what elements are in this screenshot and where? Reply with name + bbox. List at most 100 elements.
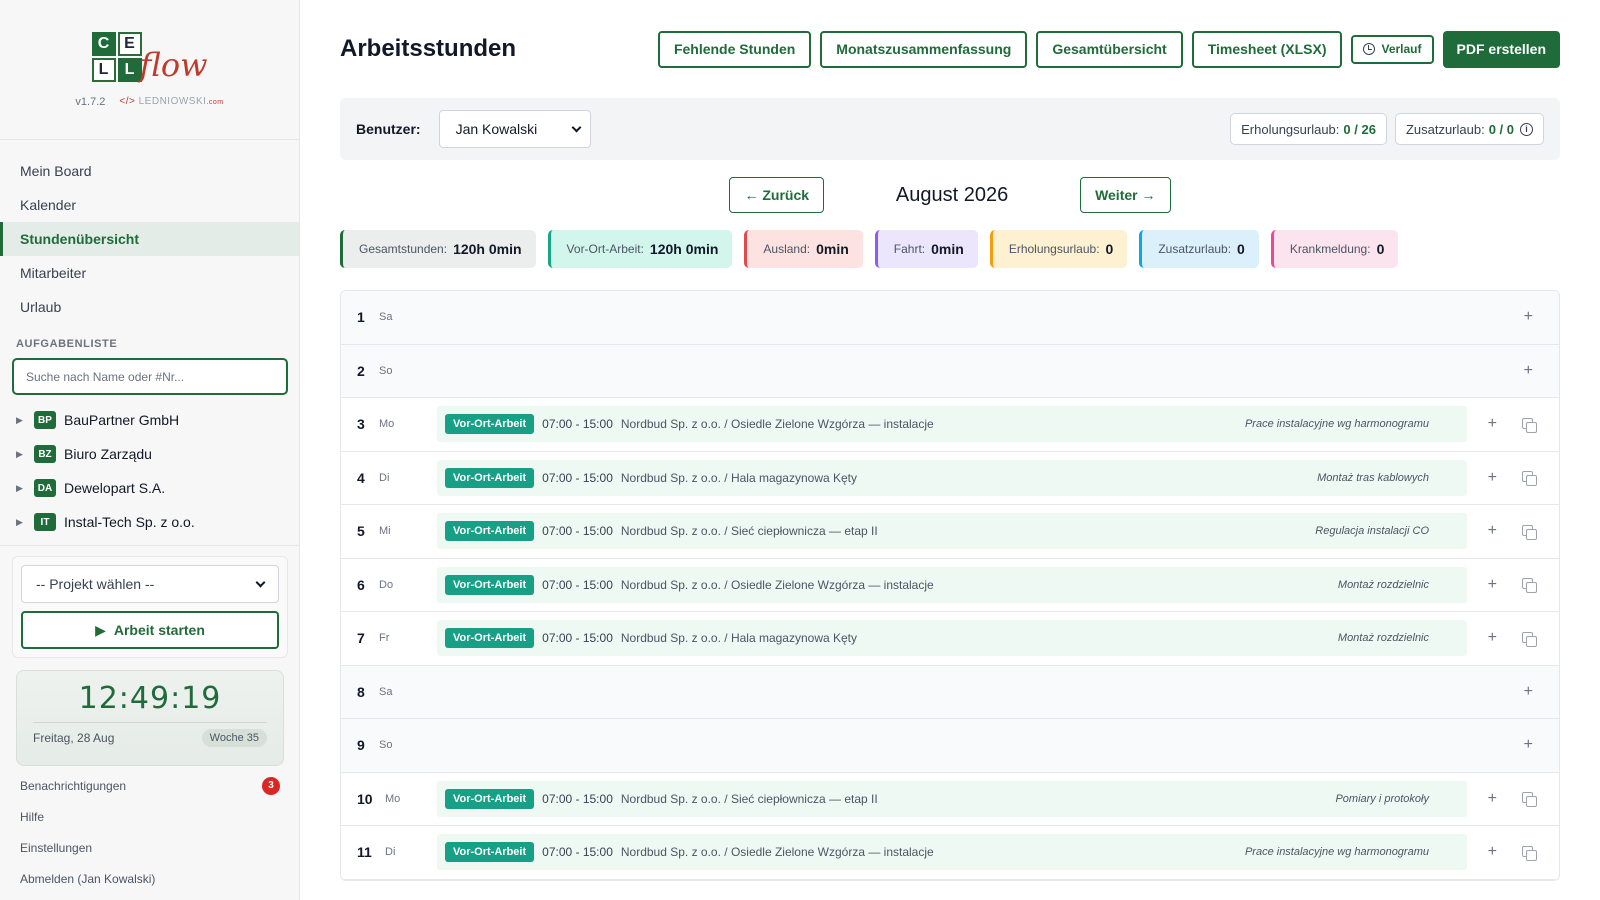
logo-grid: C E L L: [91, 31, 142, 82]
missing-hours-button[interactable]: Fehlende Stunden: [657, 30, 812, 68]
time-entry[interactable]: Vor-Ort-Arbeit 07:00 - 15:00 Nordbud Sp. z…: [437, 566, 1467, 603]
day-number: 10: [357, 790, 373, 807]
day-number: 8: [357, 683, 365, 700]
entry-time: 07:00 - 15:00: [542, 417, 613, 432]
nav-item-employees[interactable]: Mitarbeiter: [0, 256, 299, 290]
expand-caret-icon[interactable]: ▶: [16, 449, 34, 460]
user-picker: Benutzer: Jan Kowalski: [356, 110, 591, 148]
history-label: Verlauf: [1381, 42, 1422, 56]
copy-entry-icon[interactable]: [1522, 792, 1537, 808]
copy-entry-icon[interactable]: [1522, 471, 1537, 487]
time-entry[interactable]: Vor-Ort-Arbeit 07:00 - 15:00 Nordbud Sp. z…: [437, 780, 1467, 817]
main-nav: Mein Board Kalender Stundenübersicht Mit…: [0, 140, 299, 324]
history-button[interactable]: Verlauf: [1351, 34, 1434, 64]
monthly-summary-button[interactable]: Monatszusammenfassung: [820, 30, 1028, 68]
timesheet-export-button[interactable]: Timesheet (XLSX): [1191, 30, 1343, 68]
tree-item[interactable]: ▶ BP BauPartner GmbH: [0, 403, 299, 437]
add-entry-icon[interactable]: +: [1524, 308, 1533, 326]
nav-item-hours[interactable]: Stundenübersicht: [0, 222, 299, 256]
next-month-button[interactable]: Weiter →: [1080, 177, 1171, 213]
previous-month-button[interactable]: ← Zurück: [729, 177, 825, 213]
tree-label: BauPartner GmbH: [64, 412, 180, 428]
entry-time: 07:00 - 15:00: [542, 577, 613, 592]
user-label: Benutzer:: [356, 121, 421, 137]
add-entry-icon[interactable]: +: [1488, 790, 1497, 808]
add-entry-icon[interactable]: +: [1524, 736, 1533, 754]
entry-type-badge: Vor-Ort-Arbeit: [445, 467, 535, 488]
stat-value: 0: [1105, 241, 1114, 257]
entry-note: Pomiary i protokoły: [1335, 792, 1429, 805]
stat-value: 120h 0min: [453, 241, 522, 257]
info-icon[interactable]: i: [1520, 122, 1533, 136]
stat-abroad: Ausland: 0min: [744, 230, 863, 268]
day-weekday: Sa: [379, 685, 393, 698]
stat-value: 0min: [816, 241, 849, 257]
stat-value: 120h 0min: [649, 241, 719, 257]
day-weekday: Sa: [379, 311, 393, 324]
stat-sick-leave: Krankmeldung: 0: [1270, 230, 1399, 268]
task-search-input[interactable]: [12, 358, 288, 395]
add-entry-icon[interactable]: +: [1488, 522, 1497, 540]
time-entry[interactable]: Vor-Ort-Arbeit 07:00 - 15:00 Nordbud Sp. z…: [437, 834, 1467, 871]
settings-link[interactable]: Einstellungen: [0, 832, 299, 863]
tree-item[interactable]: ▶ DA Dewelopart S.A.: [0, 471, 299, 505]
entry-type-badge: Vor-Ort-Arbeit: [445, 842, 535, 863]
logo-letter: E: [117, 31, 142, 56]
tree-item[interactable]: ▶ IT Instal-Tech Sp. z o.o.: [0, 505, 299, 539]
expand-caret-icon[interactable]: ▶: [16, 517, 34, 528]
copy-entry-icon[interactable]: [1522, 845, 1537, 861]
developer-credit[interactable]: </> LEDNIOWSKI.com: [119, 96, 223, 107]
entry-type-badge: Vor-Ort-Arbeit: [445, 574, 535, 595]
overall-overview-button[interactable]: Gesamtübersicht: [1036, 30, 1183, 68]
time-entry[interactable]: Vor-Ort-Arbeit 07:00 - 15:00 Nordbud Sp. z…: [437, 620, 1467, 657]
add-entry-icon[interactable]: +: [1524, 362, 1533, 380]
extra-vacation-label: Zusatzurlaub:: [1405, 121, 1485, 137]
copy-entry-icon[interactable]: [1522, 417, 1537, 433]
add-entry-icon[interactable]: +: [1488, 843, 1497, 861]
user-select[interactable]: Jan Kowalski: [438, 110, 591, 148]
create-pdf-button[interactable]: PDF erstellen: [1442, 30, 1560, 68]
day-number: 3: [357, 416, 365, 433]
add-entry-icon[interactable]: +: [1488, 629, 1497, 647]
entry-type-badge: Vor-Ort-Arbeit: [445, 628, 535, 649]
stat-label: Fahrt:: [893, 242, 926, 256]
time-entry[interactable]: Vor-Ort-Arbeit 07:00 - 15:00 Nordbud Sp. z…: [437, 459, 1467, 496]
add-entry-icon[interactable]: +: [1488, 576, 1497, 594]
task-tree: ▶ BP BauPartner GmbH ▶ BZ Biuro Zarządu …: [0, 395, 299, 546]
copy-entry-icon[interactable]: [1522, 524, 1537, 540]
add-entry-icon[interactable]: +: [1524, 683, 1533, 701]
stat-value: 0min: [931, 241, 964, 257]
dev-suffix: .com: [206, 99, 224, 106]
entry-project: Nordbud Sp. z o.o. / Hala magazynowa Kęt…: [620, 470, 858, 485]
help-link[interactable]: Hilfe: [0, 801, 299, 832]
copy-entry-icon[interactable]: [1522, 578, 1537, 594]
copy-entry-icon[interactable]: [1522, 631, 1537, 647]
expand-caret-icon[interactable]: ▶: [16, 415, 34, 426]
entry-time: 07:00 - 15:00: [542, 845, 613, 860]
stat-label: Gesamtstunden:: [359, 242, 448, 256]
notification-count-badge: 3: [262, 776, 280, 795]
add-entry-icon[interactable]: +: [1488, 469, 1497, 487]
nav-item-calendar[interactable]: Kalender: [0, 188, 299, 222]
expand-caret-icon[interactable]: ▶: [16, 483, 34, 494]
day-weekday: Mo: [379, 418, 395, 431]
project-select[interactable]: -- Projekt wählen --: [21, 565, 279, 603]
add-entry-icon[interactable]: +: [1488, 415, 1497, 433]
entry-type-badge: Vor-Ort-Arbeit: [445, 414, 535, 435]
time-entry[interactable]: Vor-Ort-Arbeit 07:00 - 15:00 Nordbud Sp. z…: [437, 513, 1467, 550]
notifications-link[interactable]: Benachrichtigungen 3: [0, 770, 299, 801]
app-logo[interactable]: C E L L flow: [91, 31, 208, 82]
stat-label: Zusatzurlaub:: [1158, 242, 1232, 256]
day-weekday: Mi: [379, 525, 391, 538]
nav-item-vacation[interactable]: Urlaub: [0, 290, 299, 324]
time-entry[interactable]: Vor-Ort-Arbeit 07:00 - 15:00 Nordbud Sp. z…: [437, 406, 1467, 443]
tree-item[interactable]: ▶ BZ Biuro Zarządu: [0, 437, 299, 471]
day-row: 3 Mo Vor-Ort-Arbeit 07:00 - 15:00 Nordbud Sp…: [341, 398, 1559, 452]
logo-letter: L: [91, 57, 116, 82]
day-row: 10 Mo Vor-Ort-Arbeit 07:00 - 15:00 Nordbud S…: [341, 773, 1559, 826]
logout-link[interactable]: Abmelden (Jan Kowalski): [0, 863, 299, 894]
nav-item-board[interactable]: Mein Board: [0, 154, 299, 188]
day-number: 9: [357, 737, 365, 754]
day-row: 8 Sa +: [341, 665, 1559, 719]
start-work-button[interactable]: ▶ Arbeit starten: [21, 611, 279, 649]
